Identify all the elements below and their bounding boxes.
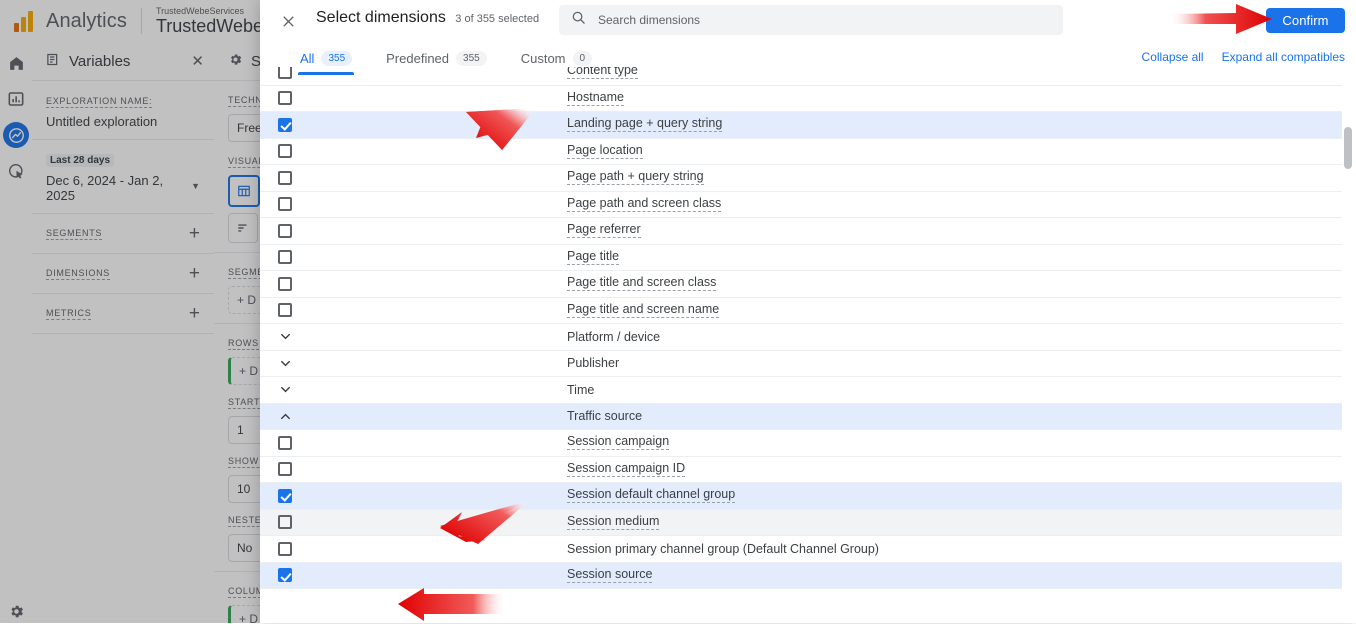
list-scrollbar-thumb[interactable]: [1344, 127, 1352, 169]
dimension-list: Content type Hostname Landing page + query…: [260, 67, 1356, 623]
select-dimensions-modal: Select dimensions 3 of 355 selected Sear…: [260, 0, 1356, 623]
dimension-checkbox[interactable]: [278, 462, 292, 477]
dimension-checkbox[interactable]: [278, 488, 292, 503]
modal-title-wrap: Select dimensions 3 of 355 selected: [316, 9, 539, 27]
dimension-checkbox[interactable]: [278, 117, 292, 132]
dimension-row[interactable]: Content type: [260, 67, 1356, 86]
list-scrollbar-track[interactable]: [1342, 62, 1356, 623]
dimension-group-row[interactable]: Traffic source: [260, 403, 1356, 430]
dimension-checkbox[interactable]: [278, 197, 292, 212]
dimension-label: Page location: [567, 142, 643, 159]
close-icon[interactable]: [278, 11, 298, 31]
dimension-label: Traffic source: [567, 409, 643, 424]
dimension-checkbox[interactable]: [278, 91, 292, 106]
dimension-label: Hostname: [567, 89, 624, 106]
dimension-label: Session default channel group: [567, 487, 736, 504]
dimension-label: Page title: [567, 248, 620, 265]
dimension-label: Page path + query string: [567, 169, 704, 186]
dimension-row[interactable]: Page referrer: [260, 218, 1356, 245]
collapse-all-link[interactable]: Collapse all: [1142, 50, 1204, 64]
dimension-checkbox[interactable]: [278, 515, 292, 530]
dimension-row[interactable]: Page path + query string: [260, 165, 1356, 192]
tab-custom-label: Custom: [520, 50, 566, 66]
dimension-label: Page title and screen class: [567, 275, 717, 292]
dimension-checkbox[interactable]: [278, 276, 292, 291]
dimension-checkbox[interactable]: [278, 435, 292, 450]
dimension-checkbox[interactable]: [278, 144, 292, 159]
dimension-row[interactable]: Session default channel group: [260, 483, 1356, 510]
dimension-row[interactable]: Session campaign: [260, 430, 1356, 457]
search-icon: [571, 10, 586, 30]
dimension-row[interactable]: Page title and screen class: [260, 271, 1356, 298]
search-box[interactable]: Search dimensions: [559, 5, 1063, 35]
dimension-group-row[interactable]: Platform / device: [260, 324, 1356, 351]
tab-predefined-label: Predefined: [386, 50, 450, 66]
dimension-checkbox[interactable]: [278, 170, 292, 185]
dimension-checkbox[interactable]: [278, 67, 292, 79]
dimension-row[interactable]: Page location: [260, 139, 1356, 165]
dimension-row[interactable]: Page title: [260, 245, 1356, 271]
tab-all-count: 355: [321, 50, 353, 66]
dimension-checkbox[interactable]: [278, 541, 292, 556]
dimension-row[interactable]: Session primary channel group (Default C…: [260, 536, 1356, 563]
selected-count-label: 3 of 355 selected: [455, 13, 540, 25]
dimension-label: Landing page + query string: [567, 116, 723, 133]
page-title: Select dimensions: [316, 9, 446, 26]
dimension-row[interactable]: Landing page + query string: [260, 112, 1356, 139]
dimension-row[interactable]: Page path and screen class: [260, 192, 1356, 218]
dimension-label: Session campaign ID: [567, 460, 686, 477]
chevron-down-icon[interactable]: [275, 327, 295, 347]
dimension-label: Publisher: [567, 356, 620, 371]
dimension-label: Page path and screen class: [567, 195, 722, 212]
dimension-group-row[interactable]: Publisher: [260, 350, 1356, 377]
dimension-label: Session medium: [567, 513, 660, 530]
dimension-checkbox[interactable]: [278, 568, 292, 583]
modal-header: Select dimensions 3 of 355 selected Sear…: [260, 0, 1356, 40]
chevron-down-icon[interactable]: [275, 353, 295, 373]
tab-custom-count: 0: [572, 50, 593, 66]
chevron-down-icon[interactable]: [275, 380, 295, 400]
tab-all-label: All: [300, 50, 315, 66]
dimension-label: Session primary channel group (Default C…: [567, 541, 879, 556]
dimension-row[interactable]: Session campaign ID: [260, 457, 1356, 483]
dimension-label: Session campaign: [567, 434, 670, 451]
dimension-row[interactable]: Hostname: [260, 86, 1356, 112]
dimension-label: Content type: [567, 67, 638, 80]
chevron-up-icon[interactable]: [275, 406, 295, 426]
expand-all-compatibles-link[interactable]: Expand all compatibles: [1222, 50, 1345, 64]
dimension-checkbox[interactable]: [278, 303, 292, 318]
dimension-label: Page title and screen name: [567, 301, 720, 318]
dimension-group-row[interactable]: Time: [260, 377, 1356, 404]
dimension-row[interactable]: Session medium: [260, 509, 1356, 536]
confirm-button[interactable]: Confirm: [1266, 8, 1345, 33]
dimension-label: Platform / device: [567, 329, 661, 344]
search-input[interactable]: Search dimensions: [598, 13, 700, 27]
dimension-checkbox[interactable]: [278, 223, 292, 238]
dimension-checkbox[interactable]: [278, 250, 292, 265]
modal-header-links: Collapse all Expand all compatibles: [1142, 50, 1345, 64]
dimension-row[interactable]: Page title and screen name: [260, 298, 1356, 324]
dimension-row[interactable]: Session source: [260, 562, 1356, 589]
dimension-label: Session source: [567, 566, 653, 583]
tab-predefined-count: 355: [456, 50, 487, 66]
dimension-label: Time: [567, 382, 595, 397]
dimension-label: Page referrer: [567, 222, 641, 239]
